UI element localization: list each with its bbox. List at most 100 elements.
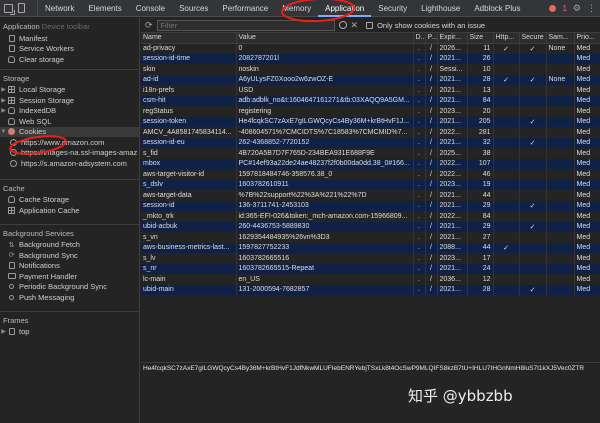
cell-expires: 2022... — [437, 211, 468, 222]
gear-file-icon — [8, 45, 15, 53]
sidebar-item-cookie-origin[interactable]: https://www.amazon.com — [0, 137, 139, 148]
column-header-size[interactable]: Size — [467, 33, 494, 44]
tab-lighthouse[interactable]: Lighthouse — [414, 0, 467, 17]
column-header-value[interactable]: Value — [236, 33, 414, 44]
collapse-arrow-icon[interactable]: ▼ — [0, 129, 7, 135]
delete-selected-icon[interactable]: ✕ — [351, 20, 359, 30]
sidebar-item-clear-storage[interactable]: Clear storage — [0, 54, 139, 65]
sidebar-item-cookies[interactable]: ▼ Cookies — [0, 126, 139, 137]
table-row[interactable]: s_fid 4B720A5B7D7F765D-234BEA931E688F9E. /… — [141, 148, 600, 159]
column-header-domain[interactable]: D... — [413, 33, 426, 44]
cell-value: en_US — [236, 274, 414, 285]
table-row[interactable]: aws-target-visitor-id 1597818484746-35857… — [141, 169, 600, 180]
cell-httponly — [493, 190, 520, 201]
sidebar-item-background-fetch[interactable]: ⇅ Background Fetch — [0, 240, 139, 251]
table-row[interactable]: aws-target-data %7B%22support%22%3A%221%2… — [141, 190, 600, 201]
table-row[interactable]: s_nr 1603782665515-Repeat./2021... 24 Med — [141, 263, 600, 274]
column-header-secure[interactable]: Secure — [519, 33, 547, 44]
sidebar-item-periodic-sync[interactable]: Periodic Background Sync — [0, 282, 139, 293]
error-icon[interactable] — [549, 4, 557, 12]
sidebar-item-cache-storage[interactable]: Cache Storage — [0, 195, 139, 206]
sidebar-item-push-messaging[interactable]: Push Messaging — [0, 292, 139, 303]
sidebar-item-indexeddb[interactable]: ▶ IndexedDB — [0, 106, 139, 117]
filter-input[interactable] — [156, 19, 335, 31]
table-row[interactable]: regStatus registering./2023... 20 Med — [141, 106, 600, 117]
refresh-icon[interactable]: ⟳ — [145, 20, 153, 31]
sidebar-item-payment-handler[interactable]: Payment Handler — [0, 271, 139, 282]
settings-gear-icon[interactable]: ⚙ — [573, 3, 581, 14]
tab-sources[interactable]: Sources — [172, 0, 215, 17]
cell-value: 260-4436753-5889830 — [236, 221, 414, 232]
expand-arrow-icon[interactable]: ▶ — [0, 86, 7, 93]
cell-value: 1597818484746-358576.38_0 — [236, 169, 414, 180]
table-row[interactable]: ubid-acbuk 260-4436753-5889830./2021... 29… — [141, 221, 600, 232]
sidebar-item-label: IndexedDB — [19, 106, 57, 116]
table-row[interactable]: session-id-time 2082787201l./2021... 26 Med — [141, 53, 600, 64]
table-row[interactable]: s_lv 1603782665516./2023... 17 Med — [141, 253, 600, 264]
tab-application[interactable]: Application — [318, 0, 372, 17]
table-row[interactable]: csm-hit adb:adblk_no&t:1604647161271&tb:0… — [141, 95, 600, 106]
expand-arrow-icon[interactable]: ▶ — [0, 97, 7, 104]
tab-network[interactable]: Network — [38, 0, 81, 17]
expand-arrow-icon[interactable]: ▶ — [0, 107, 7, 114]
cell-httponly — [493, 137, 520, 148]
sidebar-item-cookie-origin[interactable]: https://s.amazon-adsystem.com — [0, 158, 139, 169]
file-icon — [8, 34, 15, 42]
cell-domain: . — [413, 137, 426, 148]
table-row[interactable]: session-id-eu 262-4368852-7720152./2021..… — [141, 137, 600, 148]
sidebar-item-application-cache[interactable]: Application Cache — [0, 205, 139, 216]
column-header-path[interactable]: P... — [425, 33, 438, 44]
sidebar-item-background-sync[interactable]: ⟳ Background Sync — [0, 250, 139, 261]
cell-size: 29 — [467, 200, 494, 211]
table-row[interactable]: i18n-prefs USD./2021... 13 Med — [141, 85, 600, 96]
table-row[interactable]: AMCV_4A8581745834114... -408604571%7CMCID… — [141, 127, 600, 138]
tab-performance[interactable]: Performance — [215, 0, 275, 17]
sidebar-item-notifications[interactable]: Notifications — [0, 261, 139, 272]
expand-arrow-icon[interactable]: ▶ — [0, 328, 7, 335]
table-row[interactable]: skin noskin. / Sessi... 10 Med — [141, 64, 600, 75]
cell-priority: Med — [574, 253, 600, 264]
table-row[interactable]: session-token He4fcqkSC7zAxE7gILGWQcyCs4B… — [141, 116, 600, 127]
table-row[interactable]: session-id 136-3711741-2453103./2021... 29… — [141, 200, 600, 211]
cell-path: / — [425, 190, 438, 201]
inspect-element-icon[interactable] — [4, 3, 15, 15]
tab-console[interactable]: Console — [129, 0, 172, 17]
cell-domain: . — [413, 127, 426, 138]
sidebar-item-cookie-origin[interactable]: https://images-na.ssl-images-amaz — [0, 148, 139, 159]
sidebar-item-session-storage[interactable]: ▶ Session Storage — [0, 95, 139, 106]
clear-all-icon[interactable] — [338, 21, 347, 29]
sidebar-item-web-sql[interactable]: Web SQL — [0, 116, 139, 127]
table-row[interactable]: ad-privacy 0./2026... 11 ✓ ✓ None Med — [141, 43, 600, 54]
tab-memory[interactable]: Memory — [275, 0, 318, 17]
table-row[interactable]: ad-id A6yULysFZ0Xooo2w6zwOZ-E./2021... 28 ✓… — [141, 74, 600, 85]
table-row[interactable]: lc-main en_US./2036... 12 Med — [141, 274, 600, 285]
table-row[interactable]: mbox PC#14ef93a22de24ae48237f2f0b00da0dd.… — [141, 158, 600, 169]
sidebar-item-service-workers[interactable]: Service Workers — [0, 44, 139, 55]
table-row[interactable]: aws-business-metrics-last... 159782775223… — [141, 242, 600, 253]
table-row[interactable]: s_vn 1629354484935%26vn%3D3./2021... 27 Med — [141, 232, 600, 243]
only-issues-checkbox[interactable] — [366, 21, 374, 29]
error-count[interactable]: 1 — [562, 4, 566, 13]
sidebar-item-local-storage[interactable]: ▶ Local Storage — [0, 85, 139, 96]
sidebar-item-label: Manifest — [19, 33, 48, 43]
cell-expires: 2022... — [437, 169, 468, 180]
tab-elements[interactable]: Elements — [81, 0, 128, 17]
sidebar-item-label: Web SQL — [19, 116, 52, 126]
tab-adblock-plus[interactable]: Adblock Plus — [467, 0, 527, 17]
column-header-samesite[interactable]: Sam... — [546, 33, 575, 44]
device-toolbar-icon[interactable] — [18, 3, 25, 13]
cell-name: s_lv — [141, 253, 237, 264]
sidebar-item-manifest[interactable]: Manifest — [0, 33, 139, 44]
table-row[interactable]: s_dslv 1603782610911./2023... 19 Med — [141, 179, 600, 190]
tab-security[interactable]: Security — [371, 0, 414, 17]
column-header-expires[interactable]: Expir... — [437, 33, 468, 44]
column-header-httponly[interactable]: Http... — [493, 33, 520, 44]
cell-size: 38 — [467, 148, 494, 159]
column-header-name[interactable]: Name — [141, 33, 237, 44]
more-options-icon[interactable]: ⋮ — [587, 3, 596, 14]
table-row[interactable]: _mkto_trk id:365-EFI-026&token:_mch-amazo… — [141, 211, 600, 222]
cell-value: noskin — [236, 64, 414, 75]
column-header-priority[interactable]: Prio... — [574, 33, 600, 44]
sidebar-item-frame-top[interactable]: ▶ top — [0, 327, 139, 338]
table-row[interactable]: ubid-main 131-2000594-7682857./2021... 28 ✓… — [141, 284, 600, 295]
